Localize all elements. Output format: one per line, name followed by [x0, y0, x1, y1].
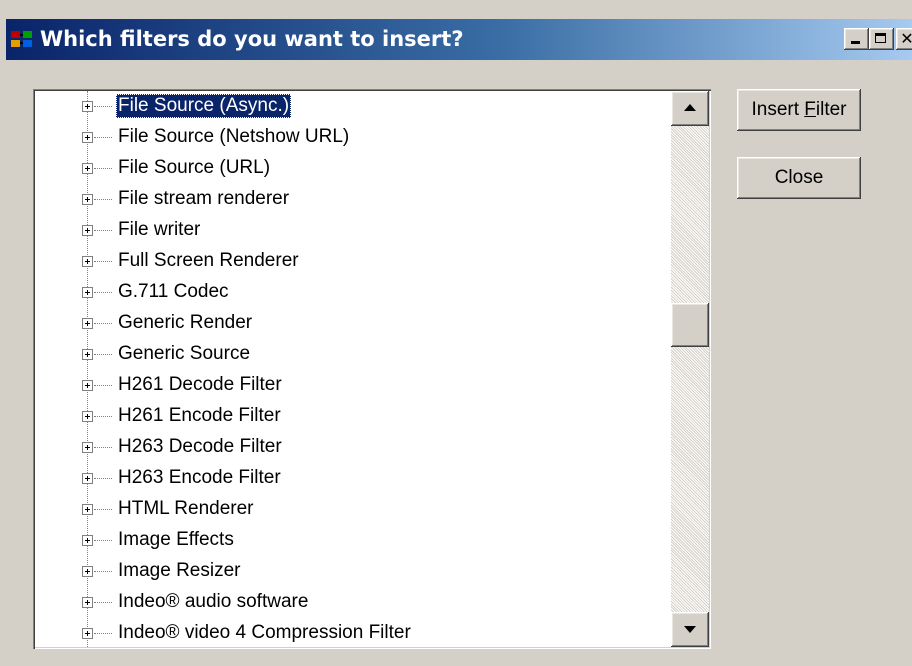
tree-connector — [94, 416, 112, 417]
plus-expander-icon[interactable] — [82, 318, 93, 329]
tree-connector — [94, 602, 112, 603]
insert-filter-button[interactable]: Insert Filter — [737, 89, 861, 131]
plus-expander-icon[interactable] — [82, 287, 93, 298]
tree-item[interactable]: Generic Render — [35, 308, 671, 339]
plus-expander-icon[interactable] — [82, 411, 93, 422]
plus-expander-icon[interactable] — [82, 597, 93, 608]
tree-item-label: H263 Decode Filter — [118, 436, 282, 457]
tree-connector — [94, 106, 112, 107]
tree-item-label: Image Effects — [118, 529, 234, 550]
tree-item-label: Image Resizer — [118, 560, 241, 581]
filter-tree-list[interactable]: File Source (Async.) File Source (Netshow… — [33, 89, 711, 649]
tree-connector — [94, 137, 112, 138]
tree-item-label: H263 Encode Filter — [118, 467, 281, 488]
tree-connector — [94, 540, 112, 541]
accelerator-key: F — [804, 99, 816, 120]
tree-item[interactable]: Indeo® audio software — [35, 587, 671, 618]
tree-item-label: Full Screen Renderer — [118, 250, 299, 271]
plus-expander-icon[interactable] — [82, 194, 93, 205]
tree-connector — [94, 354, 112, 355]
tree-connector — [94, 447, 112, 448]
tree-item[interactable]: File stream renderer — [35, 184, 671, 215]
tree-connector — [94, 292, 112, 293]
tree-connector — [94, 261, 112, 262]
tree-item-label: HTML Renderer — [118, 498, 254, 519]
tree-item-label: File writer — [118, 219, 201, 240]
plus-expander-icon[interactable] — [82, 349, 93, 360]
minimize-button[interactable] — [844, 28, 869, 50]
tree-item[interactable]: File writer — [35, 215, 671, 246]
scroll-thumb[interactable] — [671, 302, 709, 347]
tree-item-label: Indeo® video 4 Compression Filter — [118, 622, 411, 643]
close-icon: ✕ — [900, 29, 912, 48]
plus-expander-icon[interactable] — [82, 628, 93, 639]
tree-item-label: File Source (Netshow URL) — [118, 126, 350, 147]
plus-expander-icon[interactable] — [82, 473, 93, 484]
tree-connector — [94, 478, 112, 479]
tree-item-label: File Source (URL) — [118, 157, 271, 178]
plus-expander-icon[interactable] — [82, 225, 93, 236]
plus-expander-icon[interactable] — [82, 101, 93, 112]
tree-connector — [94, 230, 112, 231]
tree-item-label: Generic Source — [118, 343, 251, 364]
plus-expander-icon[interactable] — [82, 504, 93, 515]
tree-item[interactable]: Indeo® video 4 Compression Filter — [35, 618, 671, 647]
tree-item-label: H261 Decode Filter — [118, 374, 282, 395]
tree-item[interactable]: Generic Source — [35, 339, 671, 370]
tree-connector — [94, 168, 112, 169]
tree-item[interactable]: H261 Decode Filter — [35, 370, 671, 401]
close-window-button[interactable]: ✕ — [896, 28, 912, 50]
tree-item-label: File Source (Async.) — [116, 94, 292, 118]
scroll-down-button[interactable] — [671, 612, 709, 647]
plus-expander-icon[interactable] — [82, 132, 93, 143]
tree-connector — [94, 633, 112, 634]
tree-connector — [94, 571, 112, 572]
tree-connector — [94, 509, 112, 510]
tree-item[interactable]: HTML Renderer — [35, 494, 671, 525]
scroll-up-button[interactable] — [671, 91, 709, 126]
tree-item[interactable]: File Source (Netshow URL) — [35, 122, 671, 153]
tree-item-label: Indeo® audio software — [118, 591, 309, 612]
tree-connector — [94, 385, 112, 386]
tree-item[interactable]: Full Screen Renderer — [35, 246, 671, 277]
tree-item-label: Generic Render — [118, 312, 253, 333]
filter-graph-icon — [11, 31, 32, 47]
plus-expander-icon[interactable] — [82, 256, 93, 267]
window-title: Which filters do you want to insert? — [40, 27, 464, 51]
insert-filters-dialog: Which filters do you want to insert? ✕ F… — [0, 0, 912, 666]
tree-item-label: G.711 Codec — [118, 281, 229, 302]
title-bar[interactable]: Which filters do you want to insert? ✕ — [6, 19, 912, 60]
plus-expander-icon[interactable] — [82, 566, 93, 577]
tree-item[interactable]: G.711 Codec — [35, 277, 671, 308]
close-button[interactable]: Close — [737, 157, 861, 199]
maximize-button[interactable] — [869, 28, 894, 50]
tree-item[interactable]: H263 Decode Filter — [35, 432, 671, 463]
tree-item[interactable]: H261 Encode Filter — [35, 401, 671, 432]
tree-item-label: H261 Encode Filter — [118, 405, 281, 426]
plus-expander-icon[interactable] — [82, 163, 93, 174]
tree-item-label: File stream renderer — [118, 188, 290, 209]
tree-item[interactable]: File Source (URL) — [35, 153, 671, 184]
plus-expander-icon[interactable] — [82, 535, 93, 546]
tree-item[interactable]: Image Effects — [35, 525, 671, 556]
vertical-scrollbar[interactable] — [671, 91, 709, 647]
filter-tree: File Source (Async.) File Source (Netshow… — [35, 91, 671, 647]
tree-item[interactable]: Image Resizer — [35, 556, 671, 587]
tree-connector — [94, 199, 112, 200]
tree-connector — [94, 323, 112, 324]
tree-item[interactable]: File Source (Async.) — [35, 91, 671, 122]
plus-expander-icon[interactable] — [82, 442, 93, 453]
tree-item[interactable]: H263 Encode Filter — [35, 463, 671, 494]
plus-expander-icon[interactable] — [82, 380, 93, 391]
